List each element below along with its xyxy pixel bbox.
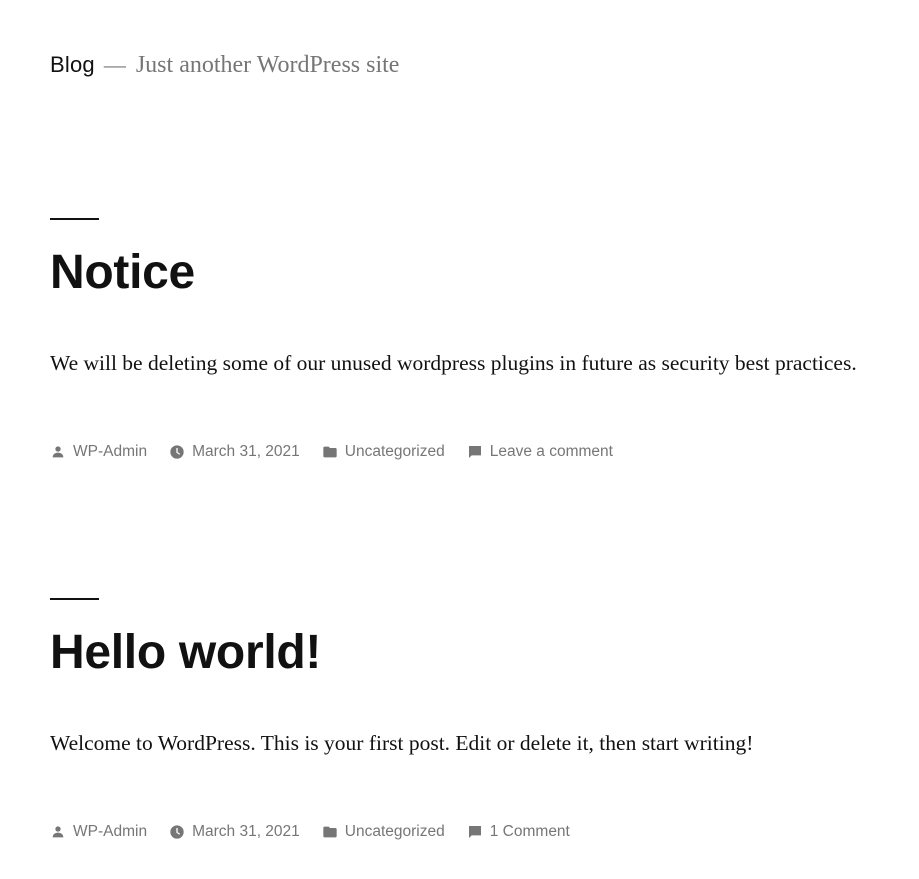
site-title-separator: — [103, 52, 126, 77]
site-description: Just another WordPress site [135, 52, 400, 78]
post-category: Uncategorized [322, 443, 445, 461]
site-title-link[interactable]: Blog [50, 52, 95, 78]
post-comments: Leave a comment [467, 443, 613, 461]
category-link[interactable]: Uncategorized [345, 443, 445, 461]
person-icon [50, 444, 66, 460]
post-meta: WP-Admin March 31, 2021 Uncategorized Le… [50, 443, 635, 461]
post-comments: 1 Comment [467, 823, 570, 841]
site-header: Blog — Just another WordPress site [50, 52, 399, 79]
folder-icon [322, 444, 338, 460]
post-divider [50, 598, 99, 600]
post-meta: WP-Admin March 31, 2021 Uncategorized 1 … [50, 823, 592, 841]
post-date: March 31, 2021 [169, 823, 300, 841]
post-divider [50, 218, 99, 220]
post-title[interactable]: Hello world! [50, 629, 321, 677]
folder-icon [322, 824, 338, 840]
post-date: March 31, 2021 [169, 443, 300, 461]
author-link[interactable]: WP-Admin [73, 823, 147, 841]
comments-link[interactable]: 1 Comment [490, 823, 570, 841]
post-author: WP-Admin [50, 823, 147, 841]
comment-icon [467, 824, 483, 840]
author-link[interactable]: WP-Admin [73, 443, 147, 461]
clock-icon [169, 824, 185, 840]
category-link[interactable]: Uncategorized [345, 823, 445, 841]
comments-link[interactable]: Leave a comment [490, 443, 613, 461]
post-title[interactable]: Notice [50, 249, 195, 297]
comment-icon [467, 444, 483, 460]
clock-icon [169, 444, 185, 460]
post-author: WP-Admin [50, 443, 147, 461]
date-link[interactable]: March 31, 2021 [192, 823, 300, 841]
post-category: Uncategorized [322, 823, 445, 841]
date-link[interactable]: March 31, 2021 [192, 443, 300, 461]
post-excerpt: Welcome to WordPress. This is your first… [50, 731, 754, 755]
post-excerpt: We will be deleting some of our unused w… [50, 351, 857, 375]
person-icon [50, 824, 66, 840]
